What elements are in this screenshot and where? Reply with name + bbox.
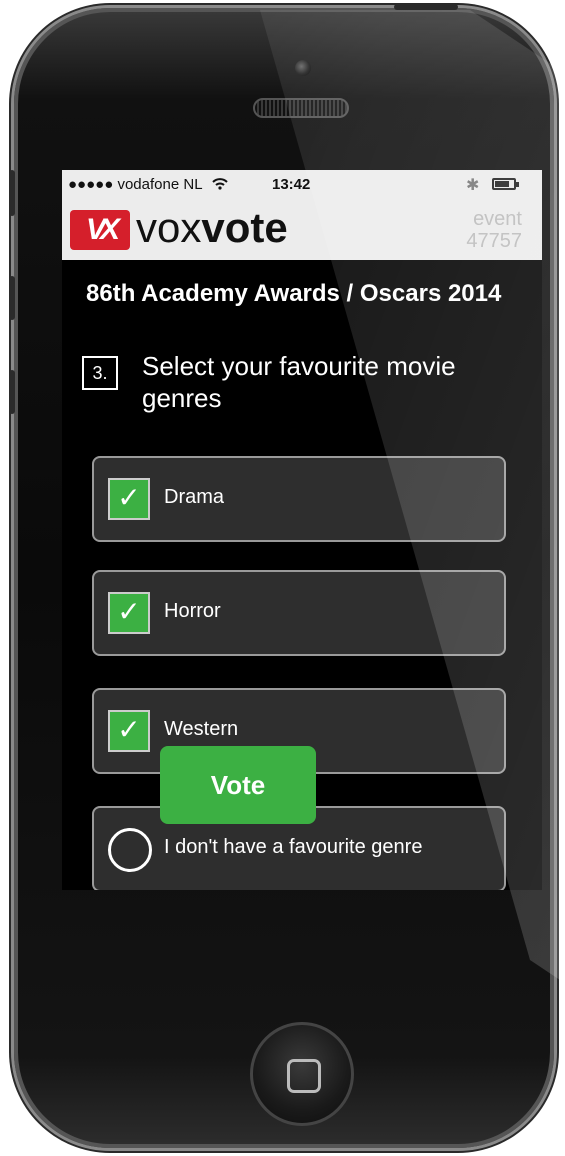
earpiece-speaker: [253, 98, 349, 118]
checkbox-checked-icon[interactable]: ✓: [108, 592, 150, 634]
question-number: 3.: [82, 356, 118, 390]
brand-name-part1: vox: [136, 204, 202, 251]
brand-name: voxvote: [136, 204, 288, 252]
question-text: Select your favourite movie genres: [142, 351, 456, 413]
checkbox-checked-icon[interactable]: ✓: [108, 710, 150, 752]
event-info: event 47757: [466, 208, 522, 252]
option-label: Western: [164, 718, 239, 740]
camera-icon: [295, 60, 311, 76]
wifi-icon: [212, 178, 228, 190]
home-square-icon: [287, 1059, 321, 1093]
bluetooth-icon: ✱: [466, 177, 480, 194]
option-label: Drama: [164, 486, 225, 508]
option-drama[interactable]: ✓ Drama: [92, 456, 506, 542]
checkbox-checked-icon[interactable]: ✓: [108, 478, 150, 520]
event-title: 86th Academy Awards / Oscars 2014: [86, 280, 502, 307]
status-bar: ●●●●● vodafone NL 13:42 ✱: [62, 170, 542, 198]
brand-name-part2: vote: [201, 204, 288, 251]
power-button: [394, 4, 458, 10]
status-time: 13:42: [272, 176, 311, 193]
option-horror[interactable]: ✓ Horror: [92, 570, 506, 656]
event-label: event: [473, 208, 522, 230]
app-header: VX voxvote event 47757: [62, 198, 542, 260]
vote-button[interactable]: Vote: [160, 746, 316, 824]
volume-up-button: [9, 276, 15, 320]
carrier-label: ●●●●● vodafone NL: [68, 176, 228, 193]
option-label: Horror: [164, 600, 221, 622]
volume-down-button: [9, 370, 15, 414]
voxvote-logo: VX: [70, 210, 130, 250]
radio-unchecked-icon[interactable]: [108, 828, 152, 872]
event-id: 47757: [466, 230, 522, 252]
silent-switch: [9, 170, 15, 216]
option-label: I don't have a favourite genre: [164, 836, 423, 858]
home-button[interactable]: [250, 1022, 354, 1126]
battery-icon: [492, 178, 519, 190]
